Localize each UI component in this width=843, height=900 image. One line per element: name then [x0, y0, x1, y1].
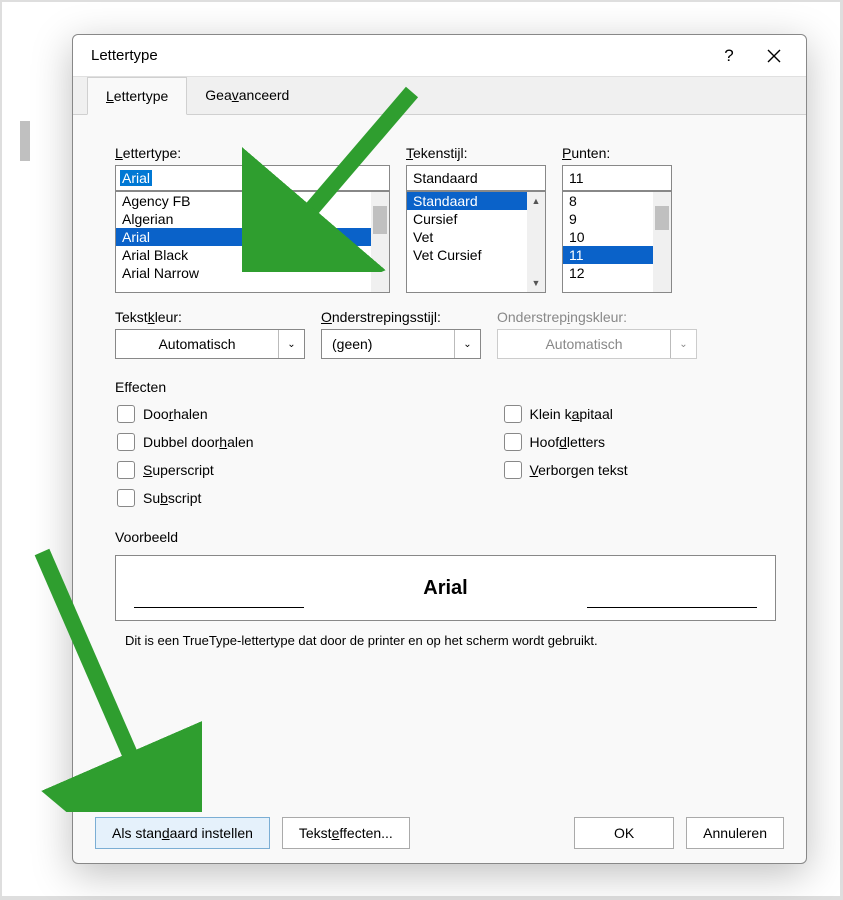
underline-color-label: Onderstrepingskleur: [497, 309, 697, 325]
checkbox-subscript[interactable]: Subscript [117, 489, 254, 507]
text-effects-button[interactable]: Teksteffecten... [282, 817, 410, 849]
checkbox-superscript[interactable]: Superscript [117, 461, 254, 479]
document-background: Lettertype ? Lettertype Geavanceerd Lett… [2, 2, 840, 896]
cancel-button[interactable]: Annuleren [686, 817, 784, 849]
button-row: Als standaard instellen Teksteffecten...… [73, 803, 806, 863]
font-input[interactable]: Arial [115, 165, 390, 191]
scroll-thumb[interactable] [373, 206, 387, 234]
font-color-dropdown[interactable]: Automatisch ⌄ [115, 329, 305, 359]
scroll-down-icon[interactable]: ▼ [527, 274, 545, 292]
scroll-thumb[interactable] [655, 206, 669, 230]
tab-advanced[interactable]: Geavanceerd [187, 77, 307, 114]
style-listbox[interactable]: Standaard Cursief Vet Vet Cursief ▲ ▼ [406, 191, 546, 293]
scrollbar[interactable]: ▲ ▼ [527, 192, 545, 292]
style-input[interactable] [406, 165, 546, 191]
list-item[interactable]: Algerian [116, 210, 389, 228]
side-ruler-tab [20, 121, 30, 161]
checkbox-icon [117, 489, 135, 507]
scroll-up-icon[interactable]: ▲ [527, 192, 545, 210]
close-icon [767, 49, 781, 63]
scroll-down-icon[interactable] [371, 274, 389, 292]
scroll-down-icon[interactable] [653, 274, 671, 292]
size-label: Punten: [562, 145, 672, 161]
list-item[interactable]: Arial [116, 228, 389, 246]
preview-rule [587, 607, 757, 608]
underline-color-dropdown: Automatisch ⌄ [497, 329, 697, 359]
list-item[interactable]: Arial Black [116, 246, 389, 264]
preview-label: Voorbeeld [115, 529, 776, 545]
list-item[interactable]: Cursief [407, 210, 545, 228]
tab-font[interactable]: Lettertype [87, 77, 187, 115]
dialog-body: Lettertype: Arial Agency FB Algerian Ari… [73, 115, 806, 648]
font-description: Dit is een TrueType-lettertype dat door … [115, 633, 776, 648]
checkbox-double-strike[interactable]: Dubbel doorhalen [117, 433, 254, 451]
set-default-button[interactable]: Als standaard instellen [95, 817, 270, 849]
preview-group: Voorbeeld Arial [115, 529, 776, 621]
checkbox-allcaps[interactable]: Hoofdletters [504, 433, 628, 451]
list-item[interactable]: Agency FB [116, 192, 389, 210]
size-input[interactable] [562, 165, 672, 191]
ok-button[interactable]: OK [574, 817, 674, 849]
font-color-label: Tekstkleur: [115, 309, 305, 325]
tab-strip: Lettertype Geavanceerd [73, 77, 806, 115]
preview-box: Arial [115, 555, 776, 621]
titlebar: Lettertype ? [73, 35, 806, 77]
size-listbox[interactable]: 8 9 10 11 12 [562, 191, 672, 293]
font-dialog: Lettertype ? Lettertype Geavanceerd Lett… [72, 34, 807, 864]
checkbox-strike[interactable]: Doorhalen [117, 405, 254, 423]
font-label: Lettertype: [115, 145, 390, 161]
chevron-down-icon: ⌄ [670, 330, 696, 358]
effects-label: Effecten [115, 379, 776, 395]
help-button[interactable]: ? [714, 46, 744, 66]
underline-style-dropdown[interactable]: (geen) ⌄ [321, 329, 481, 359]
dialog-title: Lettertype [91, 47, 714, 64]
list-item[interactable]: Vet Cursief [407, 246, 545, 264]
checkbox-smallcaps[interactable]: Klein kapitaal [504, 405, 628, 423]
checkbox-icon [117, 405, 135, 423]
scrollbar[interactable] [371, 192, 389, 292]
checkbox-icon [117, 461, 135, 479]
font-listbox[interactable]: Agency FB Algerian Arial Arial Black Ari… [115, 191, 390, 293]
checkbox-icon [117, 433, 135, 451]
list-item[interactable]: Vet [407, 228, 545, 246]
close-button[interactable] [754, 41, 794, 71]
chevron-down-icon: ⌄ [454, 330, 480, 358]
checkbox-hidden[interactable]: Verborgen tekst [504, 461, 628, 479]
list-item[interactable]: Arial Narrow [116, 264, 389, 282]
checkbox-icon [504, 433, 522, 451]
chevron-down-icon: ⌄ [278, 330, 304, 358]
style-label: Tekenstijl: [406, 145, 546, 161]
preview-text: Arial [423, 577, 467, 600]
effects-group: Effecten Doorhalen Dubbel doorhalen Supe… [115, 379, 776, 507]
list-item[interactable]: Standaard [407, 192, 545, 210]
checkbox-icon [504, 461, 522, 479]
scrollbar[interactable] [653, 192, 671, 292]
underline-style-label: Onderstrepingsstijl: [321, 309, 481, 325]
preview-rule [134, 607, 304, 608]
checkbox-icon [504, 405, 522, 423]
